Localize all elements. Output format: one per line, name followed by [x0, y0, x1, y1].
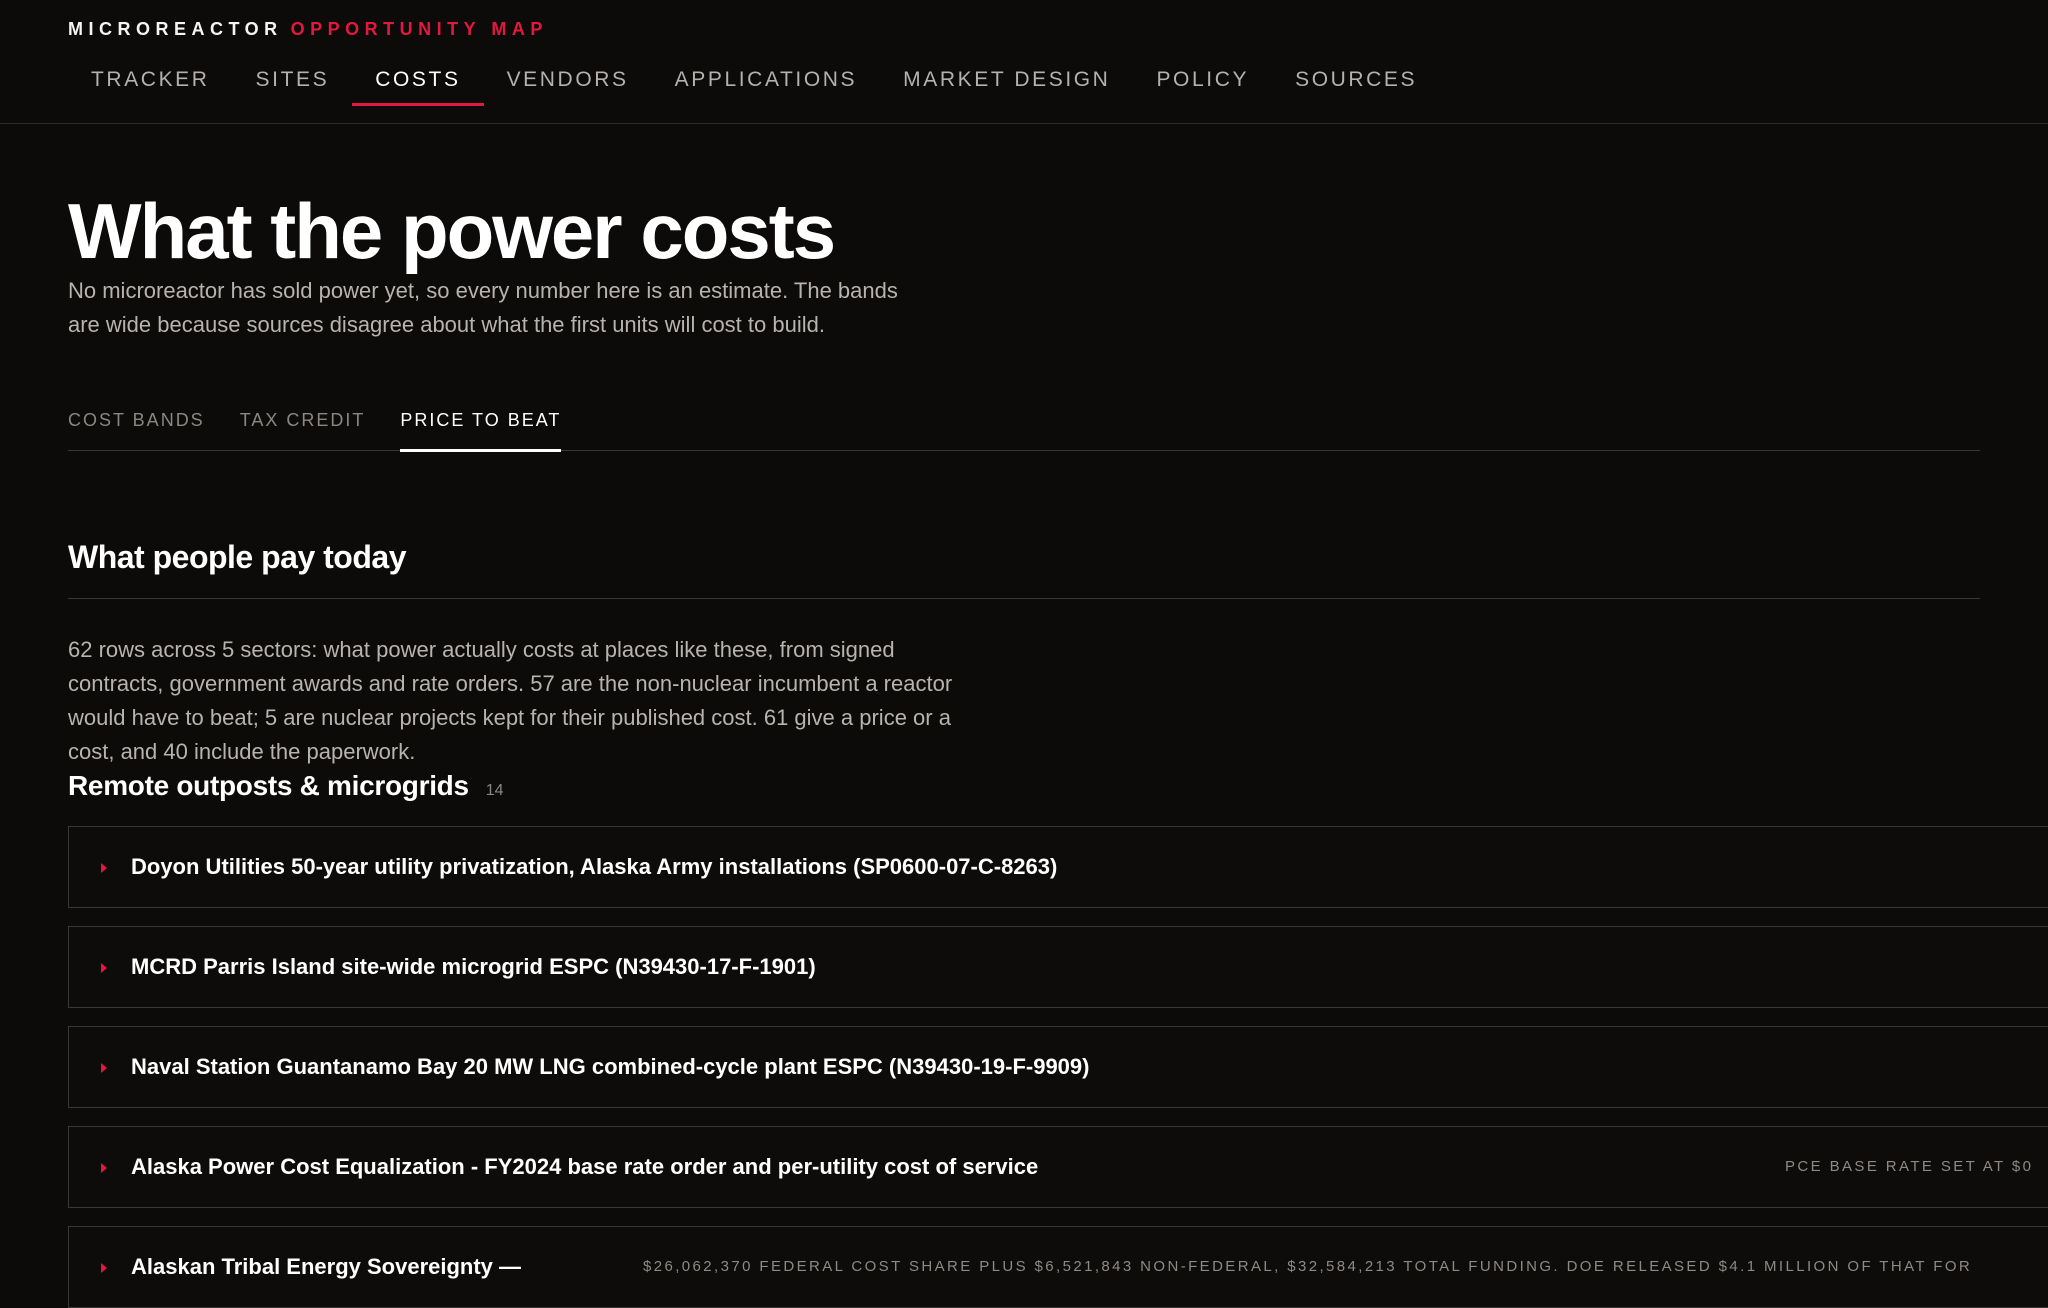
- caret-right-icon: [101, 1263, 107, 1273]
- caret-right-icon: [101, 1063, 107, 1073]
- section-description: 62 rows across 5 sectors: what power act…: [68, 637, 953, 764]
- caret-right-icon: [101, 863, 107, 873]
- list-item-title: Naval Station Guantanamo Bay 20 MW LNG c…: [131, 1054, 1090, 1079]
- tab-price-to-beat[interactable]: PRICE TO BEAT: [400, 400, 562, 452]
- nav-item-sites[interactable]: SITES: [233, 60, 353, 106]
- list-item[interactable]: Alaskan Tribal Energy Sovereignty — $26,…: [68, 1226, 2048, 1308]
- brand-name: MICROREACTOR: [68, 19, 283, 39]
- page-title: What the power costs: [68, 187, 836, 275]
- tab-tax-credit[interactable]: TAX CREDIT: [240, 400, 366, 451]
- section-divider: [68, 598, 1980, 599]
- list-item-title: Doyon Utilities 50-year utility privatiz…: [131, 854, 1058, 879]
- list-item-note: $26,062,370 FEDERAL COST SHARE PLUS $6,5…: [643, 1258, 1973, 1275]
- brand-logo[interactable]: MICROREACTOR OPPORTUNITY MAP: [68, 19, 548, 40]
- nav-item-vendors[interactable]: VENDORS: [484, 60, 652, 106]
- nav-item-sources[interactable]: SOURCES: [1272, 60, 1440, 106]
- group-count-badge: 14: [485, 782, 504, 799]
- list-item-title: Alaska Power Cost Equalization - FY2024 …: [131, 1154, 1039, 1179]
- main-nav: TRACKER SITES COSTS VENDORS APPLICATIONS…: [68, 60, 1440, 106]
- tab-cost-bands[interactable]: COST BANDS: [68, 400, 205, 451]
- caret-right-icon: [101, 1163, 107, 1173]
- group-title: Remote outposts & microgrids: [68, 770, 469, 801]
- list-item-title: MCRD Parris Island site-wide microgrid E…: [131, 954, 816, 979]
- nav-item-market-design[interactable]: MARKET DESIGN: [880, 60, 1133, 106]
- nav-item-applications[interactable]: APPLICATIONS: [652, 60, 881, 106]
- page-intro: No microreactor has sold power yet, so e…: [68, 278, 898, 337]
- cost-tabs: COST BANDS TAX CREDIT PRICE TO BEAT: [68, 400, 1980, 452]
- group-header: Remote outposts & microgrids 14: [68, 770, 504, 802]
- nav-item-policy[interactable]: POLICY: [1133, 60, 1272, 106]
- list-item[interactable]: Doyon Utilities 50-year utility privatiz…: [68, 826, 2048, 908]
- list-item[interactable]: Naval Station Guantanamo Bay 20 MW LNG c…: [68, 1026, 2048, 1108]
- brand-subtitle: OPPORTUNITY MAP: [290, 19, 548, 39]
- top-bar: MICROREACTOR OPPORTUNITY MAP TRACKER SITE…: [0, 0, 2048, 124]
- list-item[interactable]: Alaska Power Cost Equalization - FY2024 …: [68, 1126, 2048, 1208]
- list-item-note: PCE BASE RATE SET AT $0: [1785, 1158, 2034, 1175]
- nav-item-costs[interactable]: COSTS: [352, 60, 484, 106]
- caret-right-icon: [101, 963, 107, 973]
- section-title: What people pay today: [68, 539, 406, 575]
- nav-item-tracker[interactable]: TRACKER: [68, 60, 233, 106]
- list-item-title: Alaskan Tribal Energy Sovereignty —: [131, 1254, 522, 1279]
- list-item[interactable]: MCRD Parris Island site-wide microgrid E…: [68, 926, 2048, 1008]
